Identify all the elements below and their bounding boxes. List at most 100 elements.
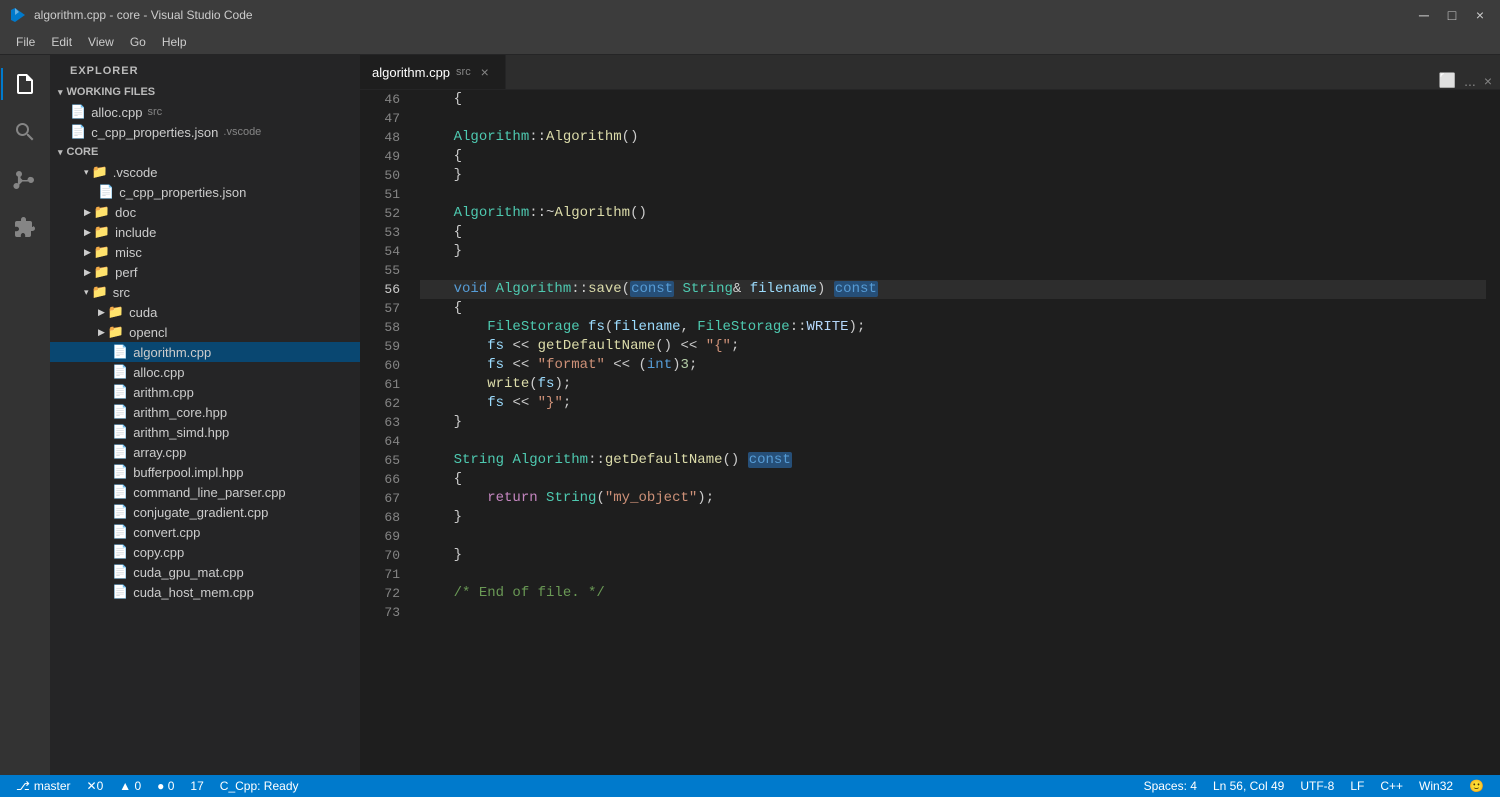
folder-icon: 📁 [108, 324, 124, 340]
working-files-arrow: ▾ [58, 87, 63, 98]
code-line-53: { [420, 223, 1486, 242]
status-position[interactable]: Ln 56, Col 49 [1205, 779, 1292, 793]
perf-folder[interactable]: ▶ 📁 perf [50, 262, 360, 282]
file-icon: 📄 [112, 344, 128, 360]
status-info[interactable]: ● 0 [149, 775, 182, 797]
misc-folder[interactable]: ▶ 📁 misc [50, 242, 360, 262]
copy-cpp-file[interactable]: 📄 copy.cpp [50, 542, 360, 562]
code-line-61: write(fs); [420, 375, 1486, 394]
ln-57: 57 [360, 299, 400, 318]
tab-filename: algorithm.cpp [372, 65, 450, 80]
opencl-folder[interactable]: ▶ 📁 opencl [50, 322, 360, 342]
arithm-cpp-file[interactable]: 📄 arithm.cpp [50, 382, 360, 402]
app-icon [10, 7, 26, 23]
code-line-54: } [420, 242, 1486, 261]
src-folder[interactable]: ▾ 📁 src [50, 282, 360, 302]
minimize-button[interactable]: ─ [1414, 7, 1434, 23]
menu-help[interactable]: Help [154, 30, 195, 54]
menu-view[interactable]: View [80, 30, 122, 54]
ln-49: 49 [360, 147, 400, 166]
status-smiley[interactable]: 🙂 [1461, 779, 1492, 793]
folder-icon: 📁 [108, 304, 124, 320]
cpp-props-file[interactable]: 📄 c_cpp_properties.json [50, 182, 360, 202]
working-file-cpp-props[interactable]: 📄 c_cpp_properties.json .vscode [50, 122, 360, 142]
arithm-simd-hpp-label: arithm_simd.hpp [133, 425, 229, 440]
algorithm-cpp-file[interactable]: 📄 algorithm.cpp [50, 342, 360, 362]
status-platform[interactable]: Win32 [1411, 779, 1461, 793]
code-line-63: } [420, 413, 1486, 432]
cmd-parser-file[interactable]: 📄 command_line_parser.cpp [50, 482, 360, 502]
code-content[interactable]: { Algorithm::Algorithm() { } Algorithm::… [410, 90, 1486, 775]
activity-extensions[interactable] [1, 204, 49, 252]
conj-grad-file[interactable]: 📄 conjugate_gradient.cpp [50, 502, 360, 522]
file-icon: 📄 [112, 484, 128, 500]
src-arrow: ▾ [84, 287, 89, 298]
ln-64: 64 [360, 432, 400, 451]
alloc-cpp-label: alloc.cpp [133, 365, 184, 380]
bufferpool-hpp-file[interactable]: 📄 bufferpool.impl.hpp [50, 462, 360, 482]
activity-explorer[interactable] [1, 60, 49, 108]
code-line-65: String Algorithm::getDefaultName() const [420, 451, 1486, 470]
status-lang[interactable]: C++ [1372, 779, 1411, 793]
ln-46: 46 [360, 90, 400, 109]
editor-scrollbar[interactable] [1486, 90, 1500, 775]
close-button[interactable]: × [1470, 7, 1490, 23]
status-language-server[interactable]: C_Cpp: Ready [212, 775, 307, 797]
activity-git[interactable] [1, 156, 49, 204]
ln-52: 52 [360, 204, 400, 223]
cuda-host-mem-file[interactable]: 📄 cuda_host_mem.cpp [50, 582, 360, 602]
arithm-simd-hpp-file[interactable]: 📄 arithm_simd.hpp [50, 422, 360, 442]
include-arrow: ▶ [84, 227, 91, 238]
tab-path: src [456, 66, 471, 78]
file-icon: 📄 [98, 184, 114, 200]
menu-go[interactable]: Go [122, 30, 154, 54]
maximize-button[interactable]: □ [1442, 7, 1462, 23]
file-icon: 📄 [112, 444, 128, 460]
status-spaces[interactable]: Spaces: 4 [1136, 779, 1205, 793]
tab-close-button[interactable]: × [477, 64, 493, 80]
encoding-label: UTF-8 [1300, 779, 1334, 793]
ln-55: 55 [360, 261, 400, 280]
array-cpp-file[interactable]: 📄 array.cpp [50, 442, 360, 462]
opencl-arrow: ▶ [98, 327, 105, 338]
split-editor-button[interactable]: ⬜ [1439, 72, 1456, 89]
status-encoding[interactable]: UTF-8 [1292, 779, 1342, 793]
cuda-gpu-mat-file[interactable]: 📄 cuda_gpu_mat.cpp [50, 562, 360, 582]
convert-cpp-file[interactable]: 📄 convert.cpp [50, 522, 360, 542]
more-actions-button[interactable]: ... [1464, 73, 1476, 89]
close-editor-button[interactable]: × [1484, 73, 1492, 89]
menu-file[interactable]: File [8, 30, 43, 54]
activity-search[interactable] [1, 108, 49, 156]
core-header[interactable]: ▾ CORE [50, 142, 360, 162]
arithm-core-hpp-file[interactable]: 📄 arithm_core.hpp [50, 402, 360, 422]
status-errors[interactable]: ✕ 0 [79, 775, 112, 797]
core-label: CORE [67, 146, 99, 158]
code-line-58: FileStorage fs(filename, FileStorage::WR… [420, 318, 1486, 337]
cuda-folder[interactable]: ▶ 📁 cuda [50, 302, 360, 322]
menu-edit[interactable]: Edit [43, 30, 80, 54]
ln-62: 62 [360, 394, 400, 413]
vscode-folder[interactable]: ▾ 📁 .vscode [50, 162, 360, 182]
working-file-alloc[interactable]: 📄 alloc.cpp src [50, 102, 360, 122]
status-git[interactable]: ⎇ master [8, 775, 79, 797]
menubar: File Edit View Go Help [0, 30, 1500, 55]
ln-60: 60 [360, 356, 400, 375]
tabbar: algorithm.cpp src × ⬜ ... × [360, 55, 1500, 90]
lang-label: C++ [1380, 779, 1403, 793]
status-line-ending[interactable]: LF [1342, 779, 1372, 793]
file-icon: 📄 [112, 544, 128, 560]
code-line-50: } [420, 166, 1486, 185]
doc-folder[interactable]: ▶ 📁 doc [50, 202, 360, 222]
include-folder[interactable]: ▶ 📁 include [50, 222, 360, 242]
language-server-status: C_Cpp: Ready [220, 779, 299, 793]
code-line-52: Algorithm::~Algorithm() [420, 204, 1486, 223]
status-warnings[interactable]: ▲ 0 [111, 775, 149, 797]
working-files-header[interactable]: ▾ WORKING FILES [50, 82, 360, 102]
alloc-cpp-file[interactable]: 📄 alloc.cpp [50, 362, 360, 382]
perf-arrow: ▶ [84, 267, 91, 278]
cuda-label: cuda [129, 305, 157, 320]
code-line-62: fs << "}"; [420, 394, 1486, 413]
status-count[interactable]: 17 [182, 775, 211, 797]
arithm-core-hpp-label: arithm_core.hpp [133, 405, 227, 420]
tab-algorithm-cpp[interactable]: algorithm.cpp src × [360, 55, 506, 89]
